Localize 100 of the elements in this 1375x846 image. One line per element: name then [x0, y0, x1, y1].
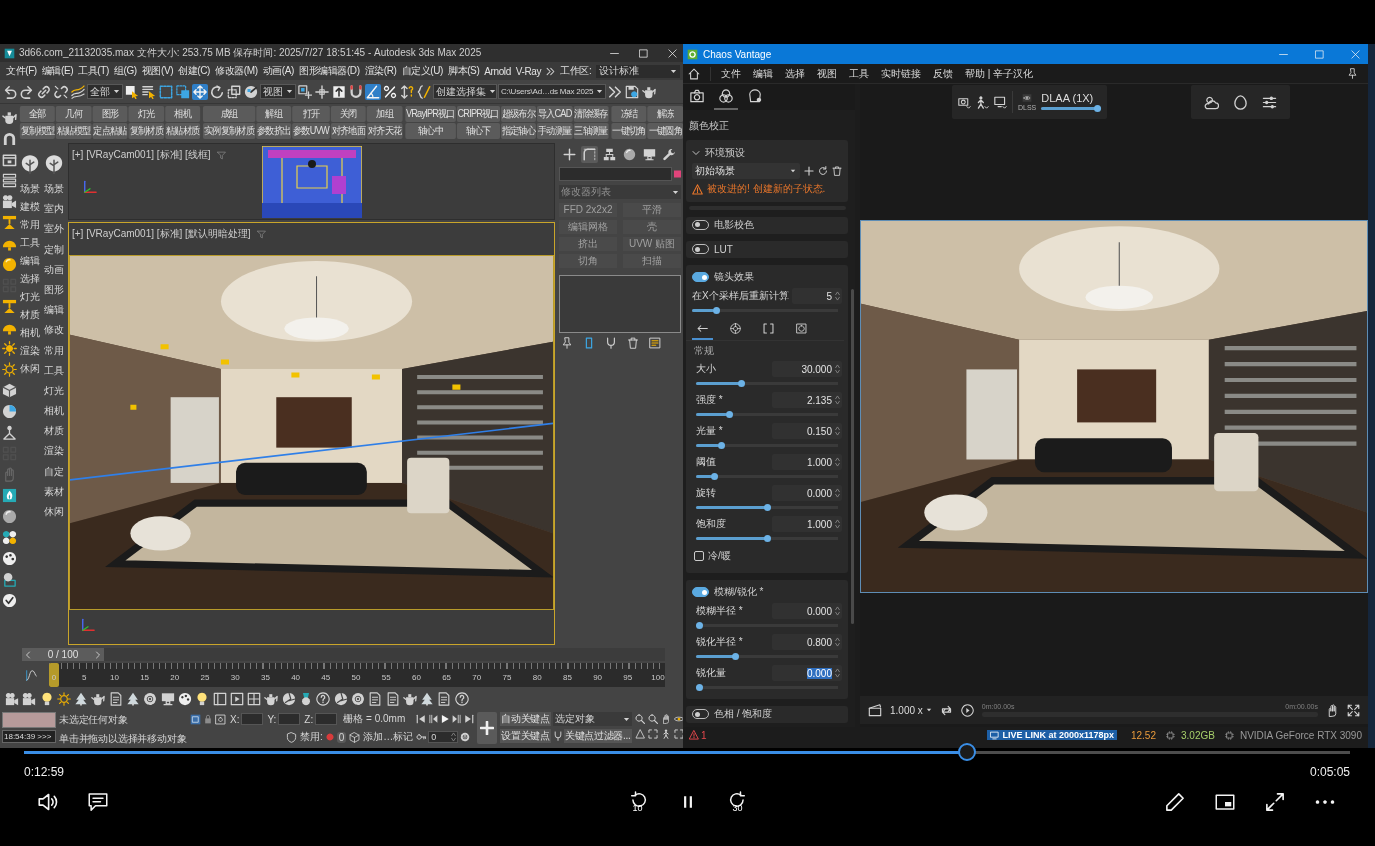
slider-track[interactable] — [696, 621, 838, 630]
slider-track[interactable] — [696, 683, 838, 692]
wave-lines-icon[interactable] — [70, 83, 86, 100]
rotate-icon[interactable] — [209, 83, 225, 100]
menu-item[interactable]: 选择 — [785, 66, 805, 81]
number-field[interactable]: 1.000 — [772, 516, 842, 533]
category-tab[interactable]: 素材 — [44, 485, 64, 506]
segmented-disc-icon[interactable] — [281, 692, 296, 706]
category-tab[interactable]: 渲染 — [44, 445, 64, 466]
number-field[interactable]: 1.000 — [772, 454, 842, 471]
grid-tile-icon[interactable] — [190, 713, 201, 725]
scrollbar[interactable] — [851, 289, 854, 624]
rewind-button[interactable]: 10 — [628, 791, 647, 813]
fork-icon[interactable] — [552, 731, 563, 741]
command-button[interactable]: 指定轴心 — [500, 123, 536, 139]
forward-button[interactable]: 30 — [728, 791, 747, 813]
category-tab[interactable]: 室外 — [44, 223, 64, 244]
zoom-icon[interactable] — [634, 714, 645, 724]
walking-figure-icon[interactable] — [660, 729, 671, 739]
captions-icon[interactable] — [88, 792, 108, 812]
menu-item[interactable]: 视图(V) — [141, 64, 174, 78]
viewport[interactable]: [+] [VRayCam001] [标准] [默认明暗处理] — [68, 222, 555, 645]
frame-field[interactable]: 0 — [428, 731, 459, 743]
command-button[interactable]: 解冻 — [647, 106, 683, 122]
preset-dropdown[interactable]: 初始场景 — [692, 163, 800, 179]
menu-item[interactable]: 渲染(R) — [364, 64, 397, 78]
category-tab[interactable]: 编辑 — [20, 255, 40, 273]
number-field[interactable]: 0.800 — [772, 634, 842, 651]
category-tab[interactable]: 常用 — [20, 219, 40, 237]
go-to-start-icon[interactable] — [416, 714, 427, 724]
sliders-icon[interactable] — [1262, 94, 1277, 110]
sun-outline-icon[interactable] — [1, 362, 17, 377]
category-tab[interactable]: 图形 — [44, 283, 64, 305]
section-title[interactable]: 色相 / 饱和度 — [714, 707, 773, 722]
auto-key-button[interactable]: 自动关键点 — [500, 712, 551, 726]
command-button[interactable]: 定点粘贴 — [92, 123, 128, 139]
menu-item[interactable]: 文件 — [721, 66, 741, 81]
sphere-monitor-icon[interactable] — [1, 572, 17, 587]
menu-item[interactable]: 创建(C) — [178, 64, 210, 78]
next-frame-icon[interactable] — [452, 714, 463, 724]
palette-icon[interactable] — [1, 551, 17, 566]
pivot-icon[interactable] — [297, 83, 313, 100]
modifier-list-dropdown[interactable]: 修改器列表 — [559, 185, 681, 199]
play-icon[interactable] — [440, 714, 451, 724]
category-tab[interactable]: 动画 — [44, 263, 64, 284]
category-tab[interactable]: 工具 — [20, 237, 40, 255]
menu-item[interactable]: 实时链接 — [881, 66, 921, 81]
menu-item[interactable]: 自定义(U) — [401, 64, 443, 78]
category-tab[interactable]: 定制 — [44, 243, 64, 264]
hierarchy-icon[interactable] — [601, 146, 618, 163]
undo-icon[interactable] — [2, 83, 18, 100]
teapot-icon[interactable] — [402, 692, 417, 706]
slider-thumb[interactable] — [732, 653, 740, 661]
panel-icon[interactable] — [212, 692, 227, 706]
count-badge[interactable]: 0 — [336, 731, 347, 743]
crossing-squares-icon[interactable] — [175, 83, 191, 100]
spot-lamp-icon[interactable] — [1, 215, 17, 230]
command-button[interactable]: CRIPR视口 — [456, 106, 500, 122]
command-button[interactable]: 解组 — [255, 106, 292, 122]
command-button[interactable]: 灯光 — [128, 106, 164, 122]
up-arrow-box-icon[interactable] — [331, 83, 347, 100]
spinner-arrows-icon[interactable] — [835, 395, 840, 406]
document-icon[interactable] — [368, 692, 383, 706]
slider-thumb[interactable] — [712, 307, 720, 315]
go-to-end-icon[interactable] — [464, 714, 475, 724]
category-tab[interactable]: 场景 — [20, 183, 40, 201]
cloud-sun-icon[interactable] — [1204, 94, 1219, 110]
menu-item[interactable]: 编辑(E) — [41, 64, 74, 78]
menu-item[interactable]: 脚本(S) — [448, 64, 480, 78]
double-chevron-icon[interactable] — [546, 66, 556, 76]
spinner-arrows-icon[interactable] — [835, 426, 840, 437]
trash-icon[interactable] — [832, 166, 842, 176]
command-button[interactable]: 复制材质 — [128, 123, 164, 139]
box-icon[interactable] — [1, 152, 17, 167]
key-filters-button[interactable]: 关键点过滤器... — [563, 729, 632, 743]
grid-icon[interactable] — [247, 692, 262, 706]
dots-icon[interactable] — [1, 530, 17, 545]
command-button[interactable]: 全部 — [19, 106, 56, 122]
category-tab[interactable]: 自定 — [44, 465, 64, 486]
section-title[interactable]: 镜头效果 — [714, 270, 754, 285]
document-icon[interactable] — [385, 692, 400, 706]
toggle-switch[interactable] — [692, 587, 709, 598]
category-tab[interactable]: 选择 — [20, 273, 40, 291]
checkbox[interactable] — [694, 550, 704, 561]
refresh-icon[interactable] — [818, 166, 828, 176]
spinner-arrows-icon[interactable] — [451, 732, 457, 742]
tree-icon[interactable] — [126, 692, 141, 706]
category-tab[interactable]: 相机 — [44, 405, 64, 426]
move-icon[interactable] — [192, 83, 208, 100]
category-tab[interactable]: 修改 — [44, 324, 64, 345]
zoom-icon[interactable] — [647, 714, 658, 724]
pie-icon[interactable] — [1, 404, 17, 419]
spinner-arrows-icon[interactable] — [835, 291, 840, 302]
command-button[interactable]: 轴心中 — [405, 123, 456, 139]
command-button[interactable]: 超级布尔 — [500, 106, 536, 122]
film-camera-icon[interactable] — [1, 194, 17, 209]
scale-icon[interactable] — [226, 83, 242, 100]
document-icon[interactable] — [108, 692, 123, 706]
number-field[interactable]: 0.000 — [772, 665, 842, 682]
command-button[interactable]: 对齐地面 — [330, 123, 367, 139]
